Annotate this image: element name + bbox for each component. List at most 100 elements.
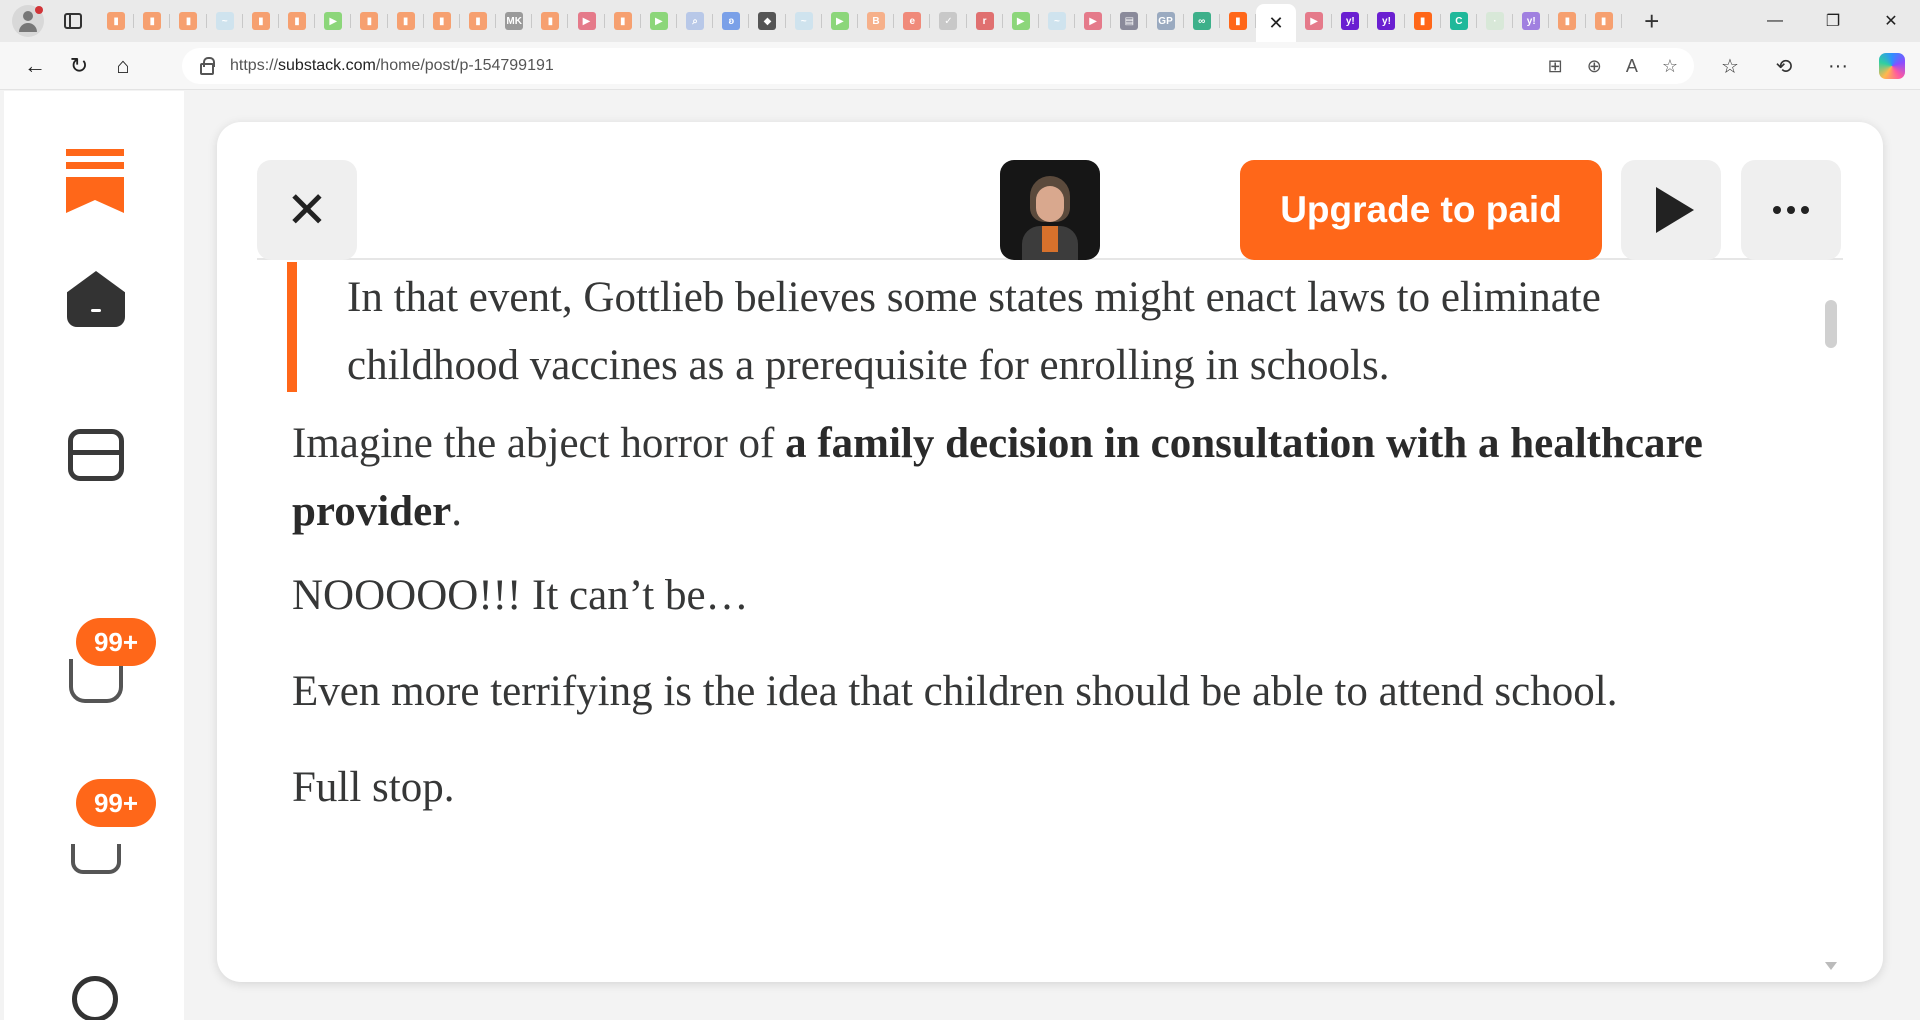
substack-logo-icon[interactable] [66, 149, 124, 213]
browser-tab[interactable]: ✕ [1256, 4, 1296, 42]
r-favicon-icon: r [975, 12, 994, 30]
substack-favicon-icon: ▮ [613, 12, 632, 30]
read-aloud-icon[interactable]: A [1626, 56, 1638, 77]
favorites-icon[interactable]: ☆ [1710, 48, 1750, 84]
copilot-icon[interactable] [1872, 48, 1912, 84]
browser-tab[interactable]: B [858, 5, 895, 37]
browser-tab[interactable]: ▮ [605, 5, 642, 37]
search-icon[interactable] [72, 976, 118, 1020]
apps-icon[interactable]: ⊞ [1548, 56, 1563, 77]
c-favicon-icon: C [1449, 12, 1468, 30]
wave-favicon-icon: ~ [1047, 12, 1066, 30]
bird-favicon-icon: ✓ [939, 12, 958, 30]
search-favicon-icon: ⌕ [686, 12, 705, 30]
browser-tab[interactable]: ▮ [243, 5, 280, 37]
substack-favicon-icon: ▮ [179, 12, 198, 30]
browser-tab[interactable]: ▤ [1111, 5, 1148, 37]
browser-tab[interactable]: ▶ [641, 5, 678, 37]
browser-tab[interactable]: ▶ [1296, 5, 1333, 37]
lock-icon[interactable] [200, 57, 215, 75]
substack-favicon-icon: ▮ [1413, 12, 1432, 30]
browser-tab[interactable]: ◆ [749, 5, 786, 37]
browser-tab[interactable]: ▮ [1405, 5, 1441, 37]
browser-tab[interactable]: ▮ [170, 5, 207, 37]
browser-tab[interactable]: r [967, 5, 1003, 37]
browser-tab[interactable]: y! [1513, 5, 1550, 37]
yahoo-favicon-icon: y! [1377, 12, 1396, 30]
mk-favicon-icon: MK [505, 12, 524, 30]
browser-tab[interactable]: ▮ [98, 5, 135, 37]
diamond-favicon-icon: ◆ [758, 12, 777, 30]
close-reader-button[interactable]: ✕ [257, 160, 357, 260]
sidebar-item-notifications[interactable] [64, 827, 128, 891]
close-tab-icon[interactable]: ✕ [1268, 13, 1283, 34]
browser-tab[interactable]: ▮ [388, 5, 424, 37]
author-avatar[interactable] [1000, 160, 1100, 260]
tab-actions-icon[interactable] [58, 6, 88, 36]
profile-avatar-icon[interactable] [12, 5, 44, 37]
refresh-icon[interactable]: ↻ [59, 48, 99, 84]
sidebar-item-home[interactable] [64, 267, 128, 331]
browser-tab[interactable]: GP [1147, 5, 1184, 37]
browser-tab[interactable]: ▶ [568, 5, 605, 37]
wave-favicon-icon: ~ [794, 12, 813, 30]
blogger-favicon-icon: B [867, 12, 886, 30]
wave-favicon-icon: ~ [215, 12, 234, 30]
scroll-down-arrow-icon[interactable] [1825, 962, 1837, 970]
zoom-icon[interactable]: ⊕ [1587, 56, 1602, 77]
browser-tab[interactable]: ▮ [532, 5, 569, 37]
browser-tab[interactable]: ✓ [930, 5, 967, 37]
tab-list: ▮ ▮ ▮ ~ ▮ ▮ ▶ ▮ ▮ ▮ ▮ MK ▮ ▶ ▮ ▶ ⌕ ʚ ◆ ~ ▶ Be ✓ r ▶ ~ ▶ ▤ GP ∞ ▮ ✕ ▶ y! y!… [98, 0, 1622, 42]
browser-tab[interactable]: ~ [786, 5, 822, 37]
close-window-button[interactable]: ✕ [1862, 0, 1920, 42]
home-icon[interactable]: ⌂ [103, 48, 143, 84]
browser-tab[interactable]: ▶ [1003, 5, 1040, 37]
browser-tab[interactable]: ⌕ [677, 5, 714, 37]
more-menu-icon[interactable]: ··· [1818, 48, 1858, 84]
history-icon[interactable]: ⟲ [1764, 48, 1804, 84]
url-text[interactable]: https://substack.com/home/post/p-1547991… [230, 57, 554, 75]
address-bar[interactable]: https://substack.com/home/post/p-1547991… [182, 48, 1694, 84]
browser-tab[interactable]: ~ [1039, 5, 1076, 37]
home-filled-icon [67, 271, 125, 327]
browser-tab[interactable]: ▮ [460, 5, 497, 37]
browser-tab[interactable]: ∞ [1184, 5, 1221, 37]
tab-strip: ▮ ▮ ▮ ~ ▮ ▮ ▶ ▮ ▮ ▮ ▮ MK ▮ ▶ ▮ ▶ ⌕ ʚ ◆ ~ ▶ Be ✓ r ▶ ~ ▶ ▤ GP ∞ ▮ ✕ ▶ y! y!… [0, 0, 1920, 42]
scrollbar-thumb[interactable] [1825, 300, 1837, 348]
browser-tab[interactable]: ▶ [822, 5, 859, 37]
substack-favicon-icon: ▮ [541, 12, 560, 30]
browser-tab[interactable]: MK [496, 5, 533, 37]
chat-count-badge: 99+ [76, 618, 156, 666]
browser-tab[interactable]: ▮ [1220, 5, 1257, 37]
browser-tab[interactable]: e [894, 5, 931, 37]
browser-tab[interactable]: ▮ [279, 5, 316, 37]
more-options-button[interactable] [1741, 160, 1841, 260]
browser-tab[interactable]: ʚ [713, 5, 750, 37]
play-audio-button[interactable] [1621, 160, 1721, 260]
browser-tab[interactable]: · [1477, 5, 1514, 37]
restore-button[interactable]: ❐ [1804, 0, 1862, 42]
browser-tab[interactable]: ▮ [424, 5, 461, 37]
left-sidebar: 99+ 99+ [4, 91, 184, 1020]
upgrade-to-paid-button[interactable]: Upgrade to paid [1240, 160, 1602, 260]
browser-tab[interactable]: C [1441, 5, 1478, 37]
back-arrow-icon[interactable]: ← [15, 48, 55, 84]
browser-tab[interactable]: ▶ [1075, 5, 1112, 37]
paragraph-2: NOOOOO!!! It can’t be… [292, 572, 749, 619]
blank-favicon-icon: · [1486, 12, 1505, 30]
browser-tab[interactable]: ~ [207, 5, 243, 37]
browser-tab[interactable]: ▮ [1586, 5, 1622, 37]
browser-tab[interactable]: ▮ [351, 5, 388, 37]
browser-tab[interactable]: ▮ [134, 5, 171, 37]
browser-tab[interactable]: ▶ [315, 5, 352, 37]
browser-tab[interactable]: ▮ [1549, 5, 1586, 37]
sidebar-item-inbox[interactable] [64, 423, 128, 487]
yahoo-favicon-icon: y! [1341, 12, 1360, 30]
new-tab-button[interactable]: + [1632, 5, 1672, 37]
browser-tab[interactable]: y! [1368, 5, 1405, 37]
browser-tab[interactable]: y! [1332, 5, 1369, 37]
favorite-star-icon[interactable]: ☆ [1662, 56, 1678, 77]
reader-toolbar: ✕ Upgrade to paid [257, 160, 1843, 260]
minimize-button[interactable]: — [1746, 0, 1804, 42]
navigation-bar: ← ↻ ⌂ https://substack.com/home/post/p-1… [0, 42, 1920, 90]
